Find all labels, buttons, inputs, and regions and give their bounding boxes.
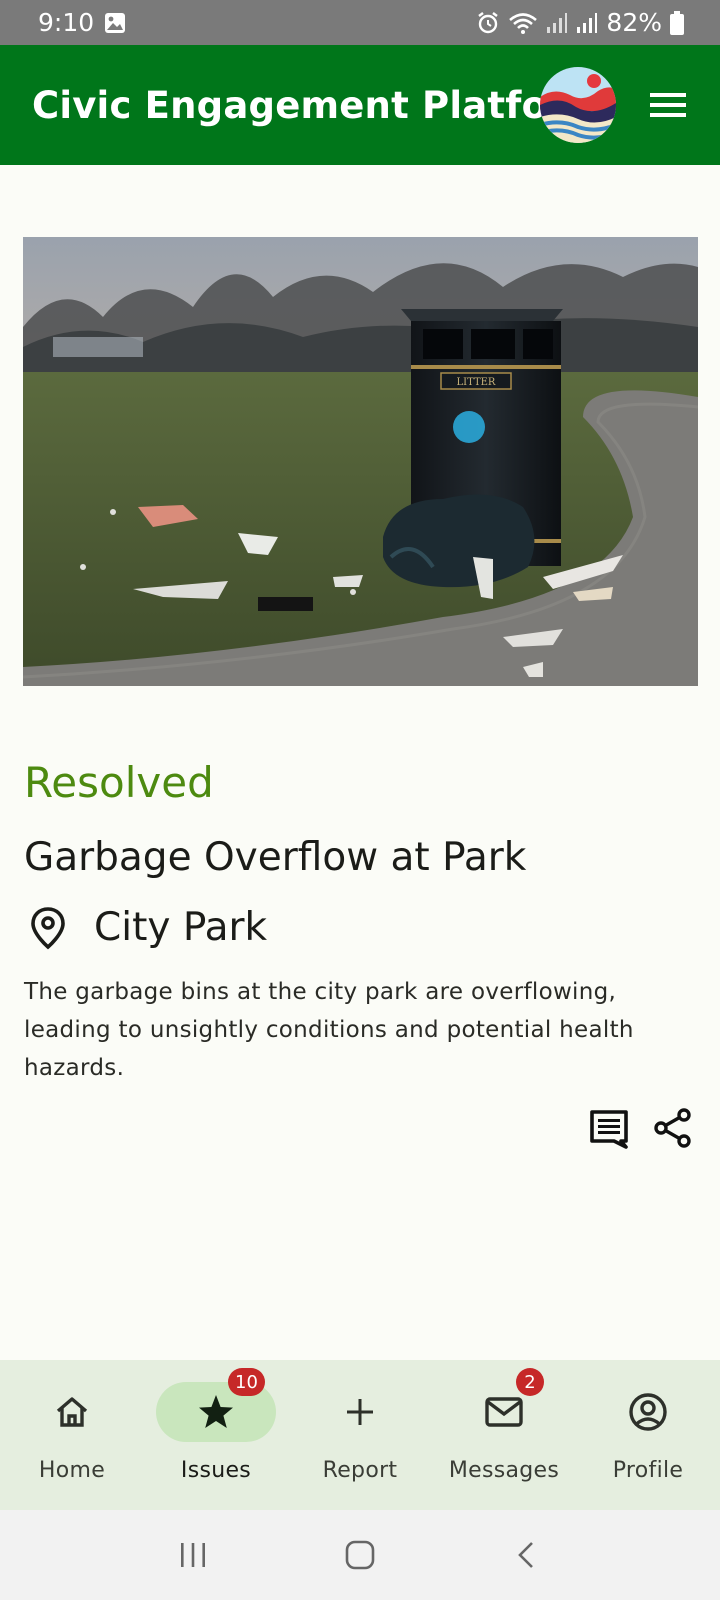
bin-label: LITTER (457, 377, 496, 388)
nav-label-report: Report (322, 1458, 398, 1483)
location-text: City Park (94, 905, 268, 950)
status-bar: 9:10 82% (0, 0, 720, 45)
nav-item-issues[interactable]: 10 Issues (144, 1360, 288, 1510)
back-icon[interactable] (511, 1539, 543, 1571)
nav-label-messages: Messages (448, 1458, 560, 1483)
plus-icon (347, 1399, 373, 1425)
nav-pill (300, 1382, 420, 1442)
gallery-notification-icon (105, 12, 126, 33)
alarm-icon (478, 11, 499, 33)
star-icon (199, 1395, 233, 1428)
status-right: 82% (476, 8, 684, 37)
signal-icon-2 (577, 12, 598, 33)
signal-icon (547, 12, 568, 33)
nav-pill (12, 1382, 132, 1442)
wifi-icon (509, 12, 538, 34)
recent-apps-icon[interactable] (177, 1539, 209, 1571)
status-left: 9:10 (38, 8, 126, 37)
bottom-navigation: Home 10 Issues Report 2 Messages Profile (0, 1360, 720, 1510)
nav-label-home: Home (38, 1458, 106, 1483)
issue-location: City Park (24, 905, 267, 950)
nav-label-issues: Issues (180, 1458, 252, 1483)
app-bar: Civic Engagement Platform (0, 45, 720, 165)
share-icon[interactable] (652, 1107, 694, 1149)
nav-label-profile: Profile (612, 1458, 684, 1483)
home-button-icon[interactable] (343, 1538, 377, 1572)
mail-icon (485, 1397, 523, 1427)
hamburger-menu-icon[interactable] (648, 89, 688, 121)
app-logo[interactable] (540, 67, 616, 143)
home-icon (56, 1397, 88, 1427)
system-navigation-bar (0, 1510, 720, 1600)
status-time: 9:10 (38, 8, 95, 37)
issues-badge: 10 (228, 1368, 265, 1396)
issue-photo: LITTER (23, 237, 698, 686)
messages-badge: 2 (516, 1368, 544, 1396)
nav-item-messages[interactable]: 2 Messages (432, 1360, 576, 1510)
issue-title: Garbage Overflow at Park (24, 835, 527, 880)
nav-item-home[interactable]: Home (0, 1360, 144, 1510)
battery-icon (670, 10, 684, 35)
issue-actions (588, 1107, 694, 1149)
nav-pill (444, 1382, 564, 1442)
location-pin-icon (31, 906, 65, 949)
account-circle-icon (629, 1393, 667, 1431)
nav-pill (588, 1382, 708, 1442)
issue-description: The garbage bins at the city park are ov… (24, 979, 634, 1081)
comment-icon[interactable] (588, 1107, 630, 1149)
issue-status: Resolved (24, 758, 214, 807)
app-title: Civic Engagement Platform (32, 83, 605, 127)
battery-percent: 82% (606, 8, 662, 37)
nav-item-profile[interactable]: Profile (576, 1360, 720, 1510)
nav-item-report[interactable]: Report (288, 1360, 432, 1510)
